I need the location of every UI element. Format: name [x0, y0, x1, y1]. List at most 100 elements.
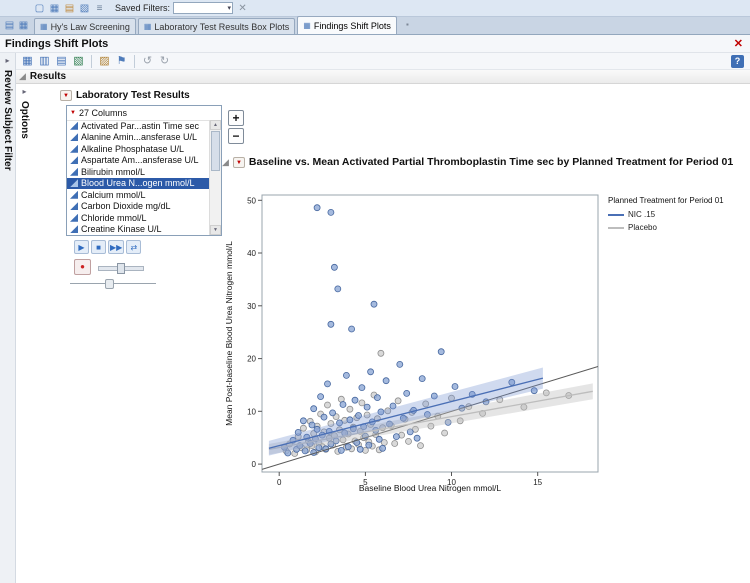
- results-label: Results: [30, 71, 66, 82]
- columns-count-label: 27 Columns: [79, 108, 127, 118]
- scatter-plot[interactable]: 05101501020304050Baseline Blood Urea Nit…: [220, 182, 602, 498]
- report-tab-icon: ▦: [303, 21, 311, 30]
- column-list-header[interactable]: ▼ 27 Columns: [67, 106, 221, 121]
- report-toolbar-icons: ▦▥▤▧ ▨⚑ ↺↻: [20, 54, 172, 69]
- page-title: Findings Shift Plots: [5, 38, 108, 50]
- disclosure-triangle-icon[interactable]: ◢: [222, 157, 229, 168]
- loop-button[interactable]: ⇄: [126, 240, 141, 254]
- tab-laboratory-test-results-box-plots[interactable]: ▦Laboratory Test Results Box Plots: [138, 18, 295, 34]
- report-toolbar: ▦▥▤▧ ▨⚑ ↺↻ ?: [16, 53, 750, 70]
- new-window-icon[interactable]: ▢: [33, 2, 46, 15]
- report-icon[interactable]: ▤: [54, 54, 69, 69]
- position-slider-handle[interactable]: [105, 279, 114, 289]
- red-triangle-menu-icon[interactable]: ▼: [70, 110, 76, 116]
- title-bar: Findings Shift Plots ✕: [0, 35, 750, 53]
- review-subject-filter-panel: ▸ Review Subject Filter: [0, 53, 16, 583]
- red-triangle-menu-icon[interactable]: ▼: [233, 157, 245, 168]
- results-outline-header[interactable]: ◢ Results: [16, 70, 750, 84]
- clear-filter-icon[interactable]: ✕: [236, 2, 249, 15]
- svg-text:Baseline Blood Urea Nitrogen m: Baseline Blood Urea Nitrogen mmol/L: [359, 483, 501, 493]
- legend-items: NIC .15 Placebo: [608, 210, 750, 232]
- journal-icon[interactable]: ▤: [63, 2, 76, 15]
- add-column-button[interactable]: +: [228, 110, 244, 126]
- column-label: Activated Par...astin Time sec: [81, 121, 199, 131]
- continuous-column-icon: [70, 225, 78, 233]
- legend-item-placebo[interactable]: Placebo: [608, 223, 750, 232]
- disclosure-triangle-icon[interactable]: ◢: [19, 71, 26, 82]
- legend-item-nic-15[interactable]: NIC .15: [608, 210, 750, 219]
- saved-filters-dropdown[interactable]: ▾: [173, 2, 233, 14]
- position-slider[interactable]: [70, 279, 156, 288]
- continuous-column-icon: [70, 156, 78, 164]
- saved-filters-label: Saved Filters:: [115, 3, 170, 13]
- list-item-carbon-dioxide-mg-dl[interactable]: Carbon Dioxide mg/dL: [67, 201, 210, 213]
- list-item-bilirubin-mmol-l[interactable]: Bilirubin mmol/L: [67, 166, 210, 178]
- speed-slider[interactable]: [98, 263, 144, 272]
- speed-slider-handle[interactable]: [117, 263, 125, 274]
- red-triangle-menu-icon[interactable]: ▼: [60, 90, 72, 101]
- column-label: Chloride mmol/L: [81, 213, 147, 223]
- tab-findings-shift-plots[interactable]: ▦Findings Shift Plots: [297, 16, 397, 34]
- data-table-icon[interactable]: ▦: [48, 2, 61, 15]
- continuous-column-icon: [70, 179, 78, 187]
- animation-controls-row2: ●: [74, 259, 144, 275]
- play-button[interactable]: ▶: [74, 240, 89, 254]
- tab-left-icons: ▤▦: [3, 19, 30, 32]
- column-label: Carbon Dioxide mg/dL: [81, 201, 171, 211]
- excel-export-icon[interactable]: ▧: [71, 54, 86, 69]
- step-button[interactable]: ▶▶: [108, 240, 124, 254]
- svg-text:10: 10: [247, 407, 256, 416]
- expand-options-button[interactable]: ▸: [22, 87, 26, 96]
- list-item-activated-par-astin-time-sec[interactable]: Activated Par...astin Time sec: [67, 120, 210, 132]
- list-item-chloride-mmol-l[interactable]: Chloride mmol/L: [67, 212, 210, 224]
- continuous-column-icon: [70, 168, 78, 176]
- continuous-column-icon: [70, 122, 78, 130]
- flag-review-icon[interactable]: ⚑: [114, 54, 129, 69]
- remove-column-button[interactable]: −: [228, 128, 244, 144]
- pin-icon[interactable]: ▪: [401, 18, 414, 31]
- scroll-up-icon[interactable]: ▲: [210, 120, 221, 130]
- stop-button[interactable]: ■: [91, 240, 106, 254]
- legend-line-swatch: [608, 227, 624, 229]
- svg-text:40: 40: [247, 249, 256, 258]
- continuous-column-icon: [70, 191, 78, 199]
- tab-label: Findings Shift Plots: [314, 21, 391, 31]
- column-label: Creatine Kinase U/L: [81, 224, 162, 234]
- close-button[interactable]: ✕: [734, 37, 743, 50]
- journal-tab-icon[interactable]: ▤: [3, 19, 16, 32]
- script-icon[interactable]: ≡: [93, 2, 106, 15]
- review-subject-filter-label: Review Subject Filter: [2, 70, 13, 171]
- column-panel-title: Laboratory Test Results: [76, 90, 190, 101]
- top-toolbar: ▢▦▤▧≡ Saved Filters: ▾ ✕: [0, 0, 750, 17]
- window-list-icon[interactable]: ▦: [17, 19, 30, 32]
- summary-icon[interactable]: ▥: [37, 54, 52, 69]
- refresh-icon[interactable]: ↻: [157, 54, 172, 69]
- tab-hy-s-law-screening[interactable]: ▦Hy's Law Screening: [34, 18, 136, 34]
- help-icon[interactable]: ?: [731, 55, 744, 68]
- svg-text:15: 15: [533, 478, 542, 487]
- options-panel: ▸ Options: [17, 87, 32, 139]
- chart-title: Baseline vs. Mean Activated Partial Thro…: [249, 156, 733, 168]
- scrollbar-thumb[interactable]: [211, 131, 220, 171]
- continuous-column-icon: [70, 145, 78, 153]
- data-table-icon[interactable]: ▦: [20, 54, 35, 69]
- notes-icon[interactable]: ▨: [97, 54, 112, 69]
- column-label: Blood Urea N...ogen mmol/L: [81, 178, 195, 188]
- toolbar-separator: [91, 55, 92, 68]
- list-item-blood-urea-n-ogen-mmol-l[interactable]: Blood Urea N...ogen mmol/L: [67, 178, 210, 190]
- graph-builder-icon[interactable]: ▧: [78, 2, 91, 15]
- list-item-calcium-mmol-l[interactable]: Calcium mmol/L: [67, 189, 210, 201]
- undo-icon[interactable]: ↺: [140, 54, 155, 69]
- list-item-alkaline-phosphatase-u-l[interactable]: Alkaline Phosphatase U/L: [67, 143, 210, 155]
- list-item-creatine-kinase-u-l[interactable]: Creatine Kinase U/L: [67, 224, 210, 236]
- column-label: Calcium mmol/L: [81, 190, 146, 200]
- record-button[interactable]: ●: [74, 259, 91, 275]
- list-item-aspartate-am-ansferase-u-l[interactable]: Aspartate Am...ansferase U/L: [67, 155, 210, 167]
- list-item-alanine-amin-ansferase-u-l[interactable]: Alanine Amin...ansferase U/L: [67, 132, 210, 144]
- svg-text:20: 20: [247, 355, 256, 364]
- continuous-column-icon: [70, 202, 78, 210]
- expand-review-filter-button[interactable]: ▸: [5, 56, 9, 65]
- dropdown-arrow-icon: ▾: [228, 4, 233, 12]
- app-window: ▢▦▤▧≡ Saved Filters: ▾ ✕ ▤▦ ▦Hy's Law Sc…: [0, 0, 750, 583]
- tab-bar: ▤▦ ▦Hy's Law Screening▦Laboratory Test R…: [0, 17, 750, 35]
